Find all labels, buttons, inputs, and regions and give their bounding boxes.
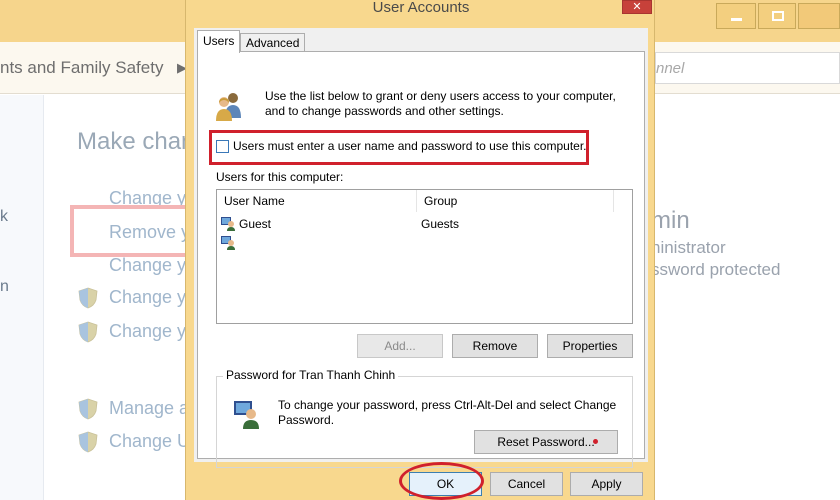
user-name: Tran Thanh Chinh: [239, 236, 336, 250]
add-user-button[interactable]: Add...: [357, 334, 443, 358]
user-name: Guest: [239, 217, 272, 231]
minimize-button[interactable]: [716, 3, 756, 29]
user-group: Administrators: [421, 236, 498, 250]
change-uac-settings-link[interactable]: Change U: [109, 431, 190, 452]
intro-text: Use the list below to grant or deny user…: [265, 89, 616, 118]
account-role: ninistrator: [651, 238, 726, 257]
control-panel-close-button[interactable]: [798, 3, 840, 29]
maximize-icon: [772, 11, 784, 21]
user-row[interactable]: Guest Guests: [219, 215, 614, 233]
uac-shield-icon: [78, 321, 98, 343]
column-header-group[interactable]: Group: [417, 190, 614, 212]
password-groupbox: Password for Tran Thanh Chinh To change …: [216, 368, 633, 468]
tab-advanced[interactable]: Advanced: [240, 33, 306, 52]
left-nav-item[interactable]: k: [0, 208, 8, 226]
password-instructions: To change your password, press Ctrl-Alt-…: [278, 398, 617, 427]
user-icon: [221, 217, 235, 231]
remove-password-link[interactable]: Remove y: [109, 222, 190, 243]
properties-button[interactable]: Properties: [547, 334, 633, 358]
left-nav-item[interactable]: n: [0, 278, 9, 296]
change-settings-link[interactable]: Change y: [109, 321, 186, 342]
users-list-label: Users for this computer:: [216, 170, 344, 184]
cursor-dot-annotation: [593, 439, 598, 444]
uac-shield-icon: [78, 431, 98, 453]
user-icon: [221, 236, 235, 250]
account-status: ssword protected: [651, 260, 781, 279]
change-account-type-link[interactable]: Change y: [109, 287, 186, 308]
require-password-checkbox[interactable]: [216, 140, 229, 153]
require-password-label[interactable]: Users must enter a user name and passwor…: [233, 139, 587, 153]
user-group: Guests: [421, 217, 460, 231]
apply-button[interactable]: Apply: [570, 472, 643, 496]
manage-another-account-link[interactable]: Manage a: [109, 398, 189, 419]
search-placeholder: nnel: [656, 60, 685, 77]
users-tab-panel: Use the list below to grant or deny user…: [197, 51, 645, 468]
uac-shield-icon: [78, 398, 98, 420]
page-title: Make chan: [77, 128, 195, 155]
dialog-title: User Accounts: [372, 0, 470, 16]
close-button[interactable]: ✕: [622, 0, 652, 14]
breadcrumb[interactable]: nts and Family Safety: [0, 58, 163, 78]
reset-password-label: Reset Password...: [497, 435, 595, 449]
column-header-username[interactable]: User Name: [217, 190, 417, 212]
uac-shield-icon: [78, 287, 98, 309]
close-icon: ✕: [632, 1, 642, 13]
account-name: min: [651, 207, 690, 234]
remove-user-button[interactable]: Remove: [452, 334, 538, 358]
maximize-button[interactable]: [758, 3, 796, 29]
left-nav-pane: [0, 95, 44, 500]
users-list[interactable]: User Name Group Guest Guests Tran Thanh …: [216, 189, 633, 324]
minimize-icon: [731, 18, 742, 21]
user-row-selected[interactable]: Tran Thanh Chinh Administrators: [219, 234, 614, 252]
user-icon: [234, 401, 259, 429]
password-group-title: Password for Tran Thanh Chinh: [223, 368, 399, 382]
users-icon: [216, 93, 241, 121]
cancel-button[interactable]: Cancel: [490, 472, 563, 496]
user-accounts-dialog: User Accounts ✕ Users Advanced Use the l…: [185, 0, 655, 500]
change-picture-link[interactable]: Change y: [109, 255, 186, 276]
dialog-client-area: Users Advanced Use the list below to gra…: [194, 28, 648, 468]
ok-highlight-annotation: [399, 462, 484, 500]
reset-password-button[interactable]: Reset Password...: [474, 430, 618, 454]
tab-users[interactable]: Users: [197, 30, 241, 53]
